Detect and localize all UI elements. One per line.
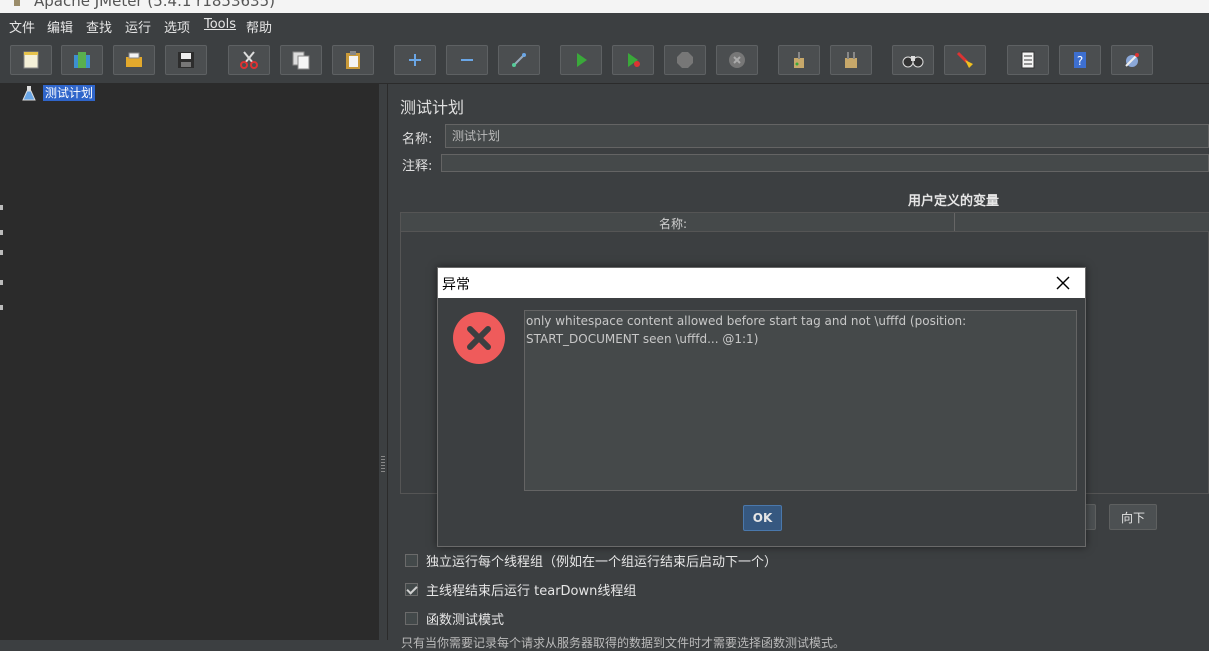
toggle-button[interactable]: [498, 45, 540, 75]
menu-edit[interactable]: 编辑: [47, 17, 73, 36]
help-icon: ?: [1074, 52, 1086, 68]
toggle-icon: [512, 53, 526, 67]
menu-run[interactable]: 运行: [125, 17, 151, 36]
splitter-grip[interactable]: [381, 456, 385, 474]
svg-text:?: ?: [1077, 54, 1083, 68]
cut-button[interactable]: [228, 45, 270, 75]
open-icon: [126, 52, 142, 67]
new-icon: [23, 51, 39, 69]
reset-search-button[interactable]: [944, 45, 986, 75]
clear-all-icon: [845, 52, 857, 68]
option-run-teardown-after-shutdown[interactable]: 主线程结束后运行 tearDown线程组: [405, 580, 636, 599]
column-separator: [954, 213, 955, 231]
copy-icon: [292, 51, 310, 70]
stop-button[interactable]: [664, 45, 706, 75]
table-header: 名称:: [401, 213, 1209, 232]
menu-bar: 文件 编辑 查找 运行 选项 Tools 帮助: [0, 13, 1209, 37]
dialog-title: 异常: [442, 277, 470, 293]
expand-icon: [409, 54, 421, 66]
dialog-title-bar: 异常: [438, 268, 1085, 298]
menu-help[interactable]: 帮助: [246, 17, 272, 36]
tree-node-test-plan[interactable]: 测试计划: [22, 84, 96, 101]
split-pane-divider[interactable]: [378, 84, 388, 640]
remote-button[interactable]: [1111, 45, 1153, 75]
comment-field[interactable]: [441, 154, 1209, 172]
function-helper-icon: [1021, 51, 1035, 69]
menu-options[interactable]: 选项: [164, 17, 190, 36]
flask-icon: [22, 85, 36, 100]
function-helper-button[interactable]: [1007, 45, 1049, 75]
option-label: 主线程结束后运行 tearDown线程组: [426, 584, 637, 599]
error-message[interactable]: only whitespace content allowed before s…: [524, 310, 1077, 491]
left-window-edge: [0, 205, 3, 310]
expand-all-button[interactable]: [394, 45, 436, 75]
open-button[interactable]: [113, 45, 155, 75]
dialog-close-button[interactable]: [1051, 272, 1075, 294]
search-icon: [902, 56, 924, 68]
menu-tools[interactable]: Tools: [204, 17, 236, 32]
app-icon: [14, 0, 20, 6]
save-icon: [178, 52, 194, 68]
collapse-all-button[interactable]: [446, 45, 488, 75]
start-no-timers-button[interactable]: [612, 45, 654, 75]
window-title: Apache JMeter (5.4.1 r1853635): [34, 0, 275, 10]
help-button[interactable]: ?: [1059, 45, 1101, 75]
start-button[interactable]: [560, 45, 602, 75]
templates-icon: [74, 52, 90, 68]
panel-title: 测试计划: [400, 98, 465, 117]
name-label: 名称:: [402, 132, 433, 147]
search-button[interactable]: [892, 45, 934, 75]
remote-icon: [1125, 53, 1139, 67]
menu-file[interactable]: 文件: [9, 17, 35, 36]
comment-label: 注释:: [402, 159, 433, 174]
menu-search[interactable]: 查找: [86, 17, 112, 36]
functional-mode-note: 只有当你需要记录每个请求从服务器取得的数据到文件时才需要选择函数测试模式。: [401, 636, 846, 650]
clear-all-button[interactable]: [830, 45, 872, 75]
paste-button[interactable]: [332, 45, 374, 75]
clear-icon: [794, 52, 804, 68]
exception-dialog: 异常 only whitespace content allowed befor…: [437, 267, 1086, 547]
shutdown-icon: [729, 52, 745, 68]
column-header-name[interactable]: 名称:: [659, 215, 687, 232]
option-run-thread-groups-consecutively[interactable]: 独立运行每个线程组（例如在一个组运行结束后启动下一个）: [405, 551, 777, 570]
error-x-glyph: [467, 326, 491, 350]
copy-button[interactable]: [280, 45, 322, 75]
start-icon: [577, 53, 587, 67]
window-title-bar: Apache JMeter (5.4.1 r1853635): [0, 0, 1209, 13]
new-button[interactable]: [10, 45, 52, 75]
checkbox[interactable]: [405, 612, 418, 625]
checkbox[interactable]: [405, 554, 418, 567]
checkbox[interactable]: [405, 583, 418, 596]
cut-icon: [240, 51, 258, 69]
ok-button[interactable]: OK: [743, 505, 782, 531]
name-field[interactable]: 测试计划: [445, 124, 1209, 148]
user-defined-variables-title: 用户定义的变量: [908, 194, 1000, 209]
paste-icon: [346, 51, 360, 69]
clear-button[interactable]: [778, 45, 820, 75]
close-icon: [1056, 276, 1070, 290]
test-plan-tree[interactable]: 测试计划: [0, 84, 378, 640]
tree-node-label: 测试计划: [43, 84, 96, 101]
option-label: 函数测试模式: [426, 613, 505, 628]
collapse-icon: [461, 59, 473, 61]
stop-icon: [677, 52, 693, 68]
option-functional-test-mode[interactable]: 函数测试模式: [405, 609, 504, 628]
option-label: 独立运行每个线程组（例如在一个组运行结束后启动下一个）: [426, 555, 778, 570]
start-no-timers-icon: [628, 53, 640, 67]
save-button[interactable]: [165, 45, 207, 75]
toolbar: ?: [0, 37, 1209, 84]
down-button[interactable]: 向下: [1109, 504, 1157, 530]
reset-search-icon: [956, 51, 973, 68]
templates-button[interactable]: [61, 45, 103, 75]
shutdown-button[interactable]: [716, 45, 758, 75]
error-icon: [453, 312, 505, 364]
